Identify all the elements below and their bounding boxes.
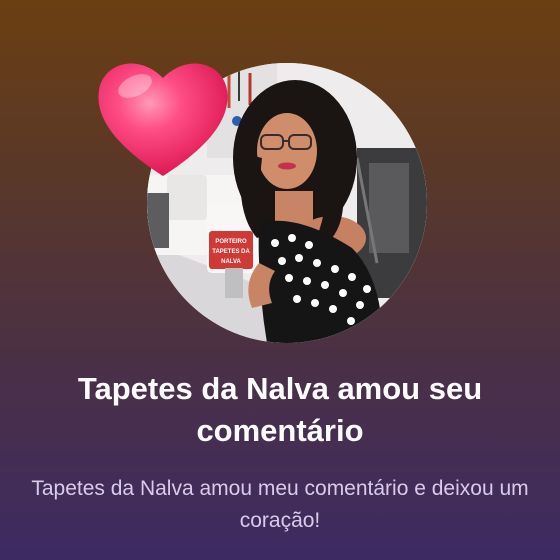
sticker-line-2: TAPETES DA (212, 249, 250, 255)
sticker-line-1: PORTEIRO (215, 239, 247, 245)
heart-icon (93, 52, 233, 180)
reaction-notification-card: PORTEIRO TAPETES DA NALVA Tapetes da Nal… (0, 0, 560, 560)
notification-message: Tapetes da Nalva amou meu comentário e d… (31, 477, 529, 532)
notification-title: Tapetes da Nalva amou seu comentário (77, 371, 483, 448)
sticker-line-3: NALVA (221, 259, 241, 265)
